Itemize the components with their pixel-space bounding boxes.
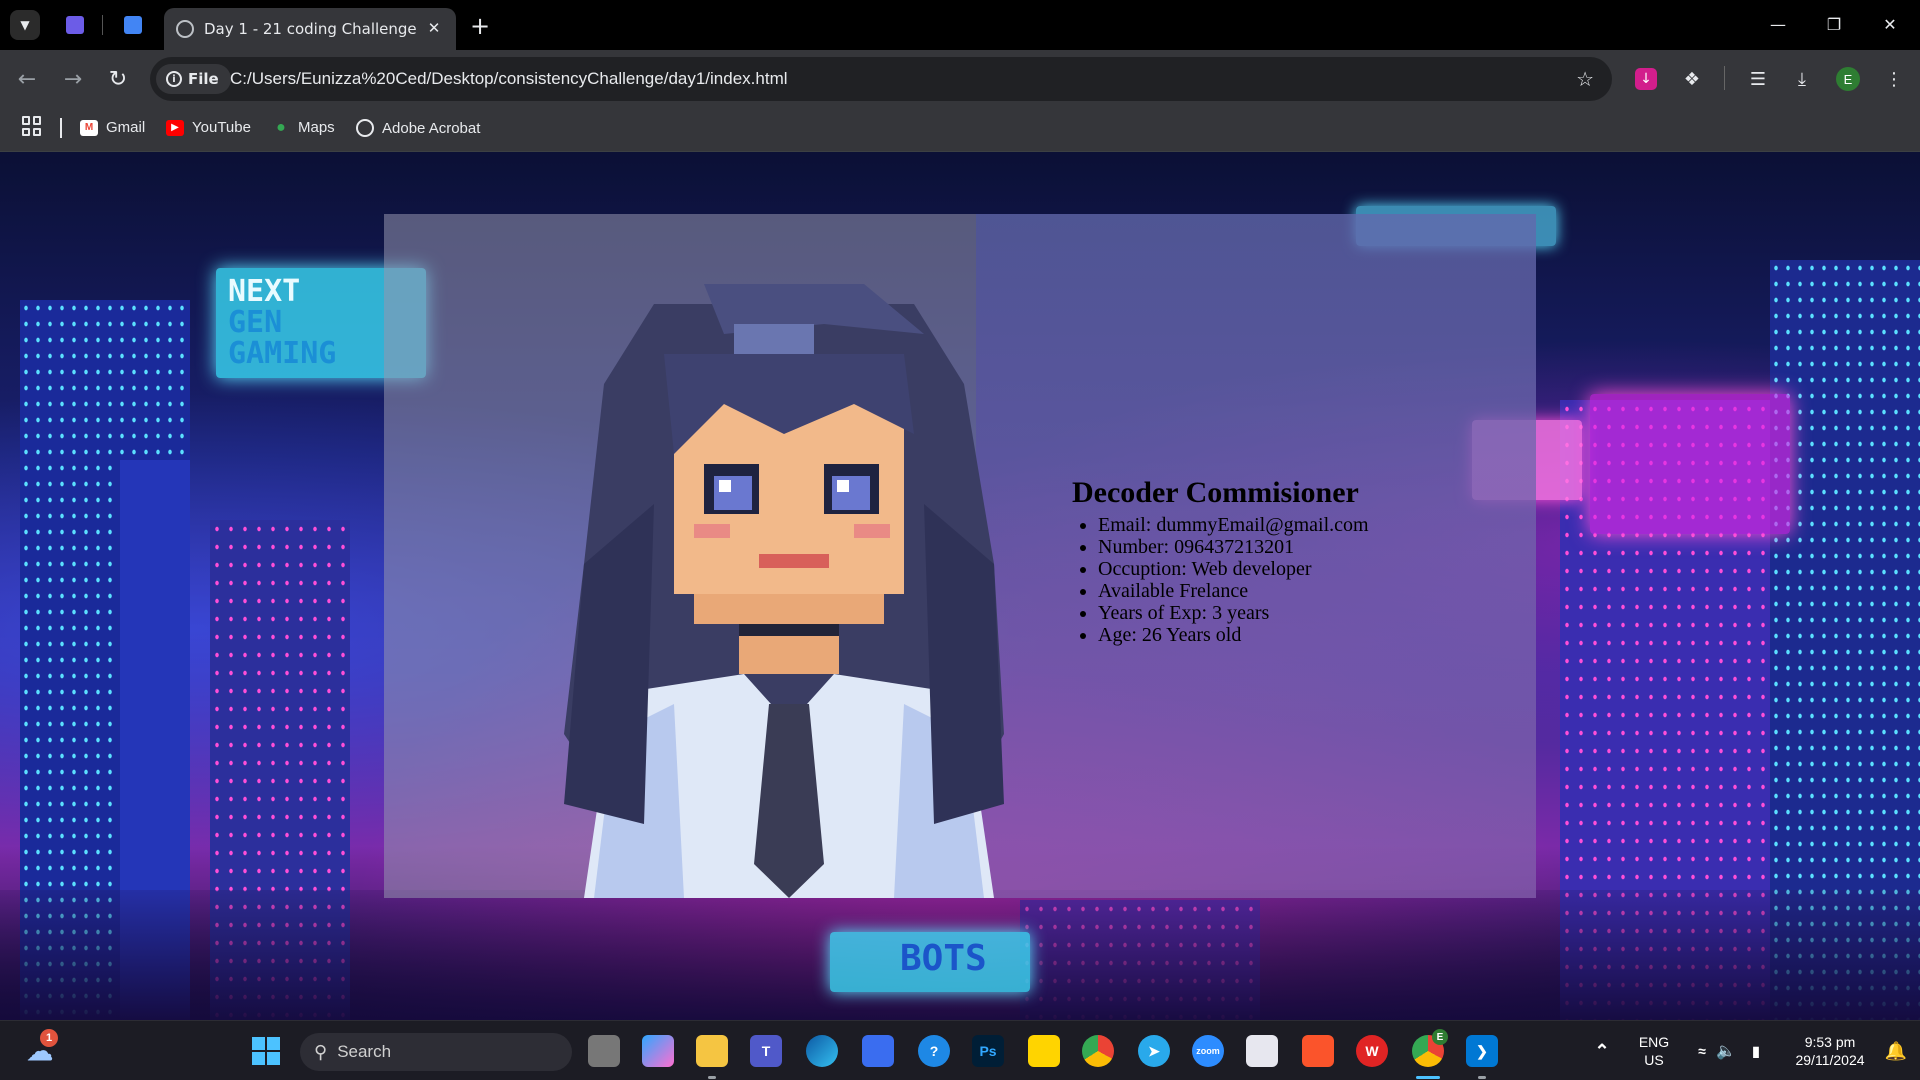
bookmark-gmail[interactable]: M Gmail xyxy=(80,119,145,136)
weather-badge: 1 xyxy=(40,1029,58,1047)
profile-detail-occupation: Occuption: Web developer xyxy=(1098,558,1369,580)
running-indicator xyxy=(1478,1076,1486,1079)
clock[interactable]: 9:53 pm 29/11/2024 xyxy=(1780,1033,1880,1069)
profile-button[interactable]: E xyxy=(1834,65,1862,93)
toolbar-separator xyxy=(1724,66,1725,90)
downloads-icon[interactable]: ⤓ xyxy=(1788,65,1816,93)
profile-info: Decoder Commisioner Email: dummyEmail@gm… xyxy=(1072,476,1369,646)
pixel-avatar-portrait xyxy=(564,284,1004,898)
page-viewport: NEXT GEN GAMING BOTS Decoder Commisioner… xyxy=(0,152,1920,1020)
info-icon: i xyxy=(166,71,182,87)
active-indicator xyxy=(1416,1076,1440,1079)
bots-neon-sign: BOTS xyxy=(830,932,1030,992)
windows-taskbar: ☁ 1 ⚲ Search T ? Ps ➤ zoom W E ❯ ⌃ ENG U… xyxy=(0,1020,1920,1080)
running-indicator xyxy=(708,1076,716,1079)
extensions-puzzle-icon[interactable]: ❖ xyxy=(1678,65,1706,93)
site-info-chip[interactable]: i File xyxy=(156,64,231,94)
tab-title: Day 1 - 21 coding Challenge xyxy=(204,20,417,38)
pinned-tab-tasks[interactable] xyxy=(62,12,88,38)
clock-date: 29/11/2024 xyxy=(1795,1052,1865,1068)
billboard-neon-sign xyxy=(1590,394,1790,534)
chrome-icon[interactable] xyxy=(1082,1035,1114,1067)
address-bar[interactable]: i File C:/Users/Eunizza%20Ced/Desktop/co… xyxy=(150,57,1612,101)
wps-office-icon[interactable]: W xyxy=(1356,1035,1388,1067)
profile-detail-email: Email: dummyEmail@gmail.com xyxy=(1098,514,1369,536)
windows-logo xyxy=(252,1037,280,1065)
bookmark-adobe-acrobat[interactable]: Adobe Acrobat xyxy=(356,119,480,137)
task-view-icon[interactable] xyxy=(588,1035,620,1067)
downloader-extension-icon: ↓ xyxy=(1635,68,1657,90)
close-tab-icon[interactable]: ✕ xyxy=(424,18,444,38)
bookmark-star-icon[interactable]: ☆ xyxy=(1576,67,1594,91)
url-text[interactable]: C:/Users/Eunizza%20Ced/Desktop/consisten… xyxy=(230,69,788,89)
battery-icon[interactable]: ▮ xyxy=(1740,1035,1772,1067)
get-help-icon[interactable]: ? xyxy=(918,1035,950,1067)
back-button[interactable]: ← xyxy=(12,64,42,94)
windows-start-icon[interactable] xyxy=(250,1035,282,1067)
bookmarks-separator xyxy=(60,118,62,138)
chevron-up-icon[interactable]: ⌃ xyxy=(1586,1035,1618,1067)
tasks-icon xyxy=(66,16,84,34)
snipping-tool-icon[interactable] xyxy=(1246,1035,1278,1067)
telegram-icon[interactable]: ➤ xyxy=(1138,1035,1170,1067)
docs-icon xyxy=(124,16,142,34)
teams-icon[interactable]: T xyxy=(750,1035,782,1067)
tab-bar: ▼ Day 1 - 21 coding Challenge ✕ + — ❐ ✕ xyxy=(0,0,1920,50)
search-icon: ⚲ xyxy=(314,1041,328,1062)
zoom-icon[interactable]: zoom xyxy=(1192,1035,1224,1067)
profile-detail-age: Age: 26 Years old xyxy=(1098,624,1369,646)
chrome-profile-badge: E xyxy=(1432,1029,1448,1045)
tab-separator xyxy=(102,15,103,35)
close-window-button[interactable]: ✕ xyxy=(1870,8,1910,40)
new-tab-button[interactable]: + xyxy=(466,12,494,40)
bookmark-label: Adobe Acrobat xyxy=(382,119,481,137)
browser-toolbar: ← → ↻ i File C:/Users/Eunizza%20Ced/Desk… xyxy=(0,50,1920,108)
profile-name-heading: Decoder Commisioner xyxy=(1072,476,1359,509)
volume-icon[interactable]: 🔈 xyxy=(1710,1035,1742,1067)
reload-button[interactable]: ↻ xyxy=(103,64,133,94)
profile-detail-experience: Years of Exp: 3 years xyxy=(1098,602,1369,624)
acrobat-icon xyxy=(356,119,374,137)
menu-kebab-icon[interactable]: ⋮ xyxy=(1880,65,1908,93)
microsoft-store-icon[interactable] xyxy=(862,1035,894,1067)
minimize-button[interactable]: — xyxy=(1758,8,1798,40)
edge-icon[interactable] xyxy=(806,1035,838,1067)
photoshop-icon[interactable]: Ps xyxy=(972,1035,1004,1067)
clock-time: 9:53 pm xyxy=(1804,1034,1856,1050)
language-indicator[interactable]: ENG US xyxy=(1634,1033,1674,1069)
media-controls-icon[interactable]: ☰ xyxy=(1744,65,1772,93)
language-line: US xyxy=(1644,1052,1664,1068)
pinned-tab-docs[interactable] xyxy=(120,12,146,38)
search-placeholder: Search xyxy=(337,1042,392,1061)
globe-icon xyxy=(176,20,194,38)
active-tab[interactable]: Day 1 - 21 coding Challenge ✕ xyxy=(164,8,456,50)
language-line: ENG xyxy=(1638,1034,1670,1050)
notification-bell-icon[interactable]: 🔔 xyxy=(1880,1035,1912,1067)
restore-button[interactable]: ❐ xyxy=(1814,8,1854,40)
profile-detail-number: Number: 096437213201 xyxy=(1098,536,1369,558)
profile-details-list: Email: dummyEmail@gmail.com Number: 0964… xyxy=(1072,514,1369,646)
gmail-icon: M xyxy=(80,119,98,136)
profile-card: Decoder Commisioner Email: dummyEmail@gm… xyxy=(384,214,1536,898)
extension-download-button[interactable]: ↓ xyxy=(1632,65,1660,93)
bookmark-label: Maps xyxy=(298,119,335,136)
apps-grid-icon[interactable] xyxy=(22,116,42,136)
youtube-icon: ▶ xyxy=(166,119,184,136)
tab-search-button[interactable]: ▼ xyxy=(10,10,40,40)
profile-avatar: E xyxy=(1836,67,1860,91)
copilot-icon[interactable] xyxy=(642,1035,674,1067)
profile-detail-availability: Available Frelance xyxy=(1098,580,1369,602)
brave-icon[interactable] xyxy=(1302,1035,1334,1067)
file-explorer-icon[interactable] xyxy=(696,1035,728,1067)
forward-button[interactable]: → xyxy=(58,64,88,94)
taskbar-search[interactable]: ⚲ Search xyxy=(300,1033,572,1071)
site-info-label: File xyxy=(188,70,219,88)
sticky-notes-icon[interactable] xyxy=(1028,1035,1060,1067)
vscode-icon[interactable]: ❯ xyxy=(1466,1035,1498,1067)
maps-icon: ● xyxy=(276,118,286,136)
bookmark-maps[interactable]: ● Maps xyxy=(272,118,335,137)
bookmark-label: Gmail xyxy=(106,119,146,136)
bookmark-label: YouTube xyxy=(192,119,251,136)
bookmark-youtube[interactable]: ▶ YouTube xyxy=(166,119,251,136)
